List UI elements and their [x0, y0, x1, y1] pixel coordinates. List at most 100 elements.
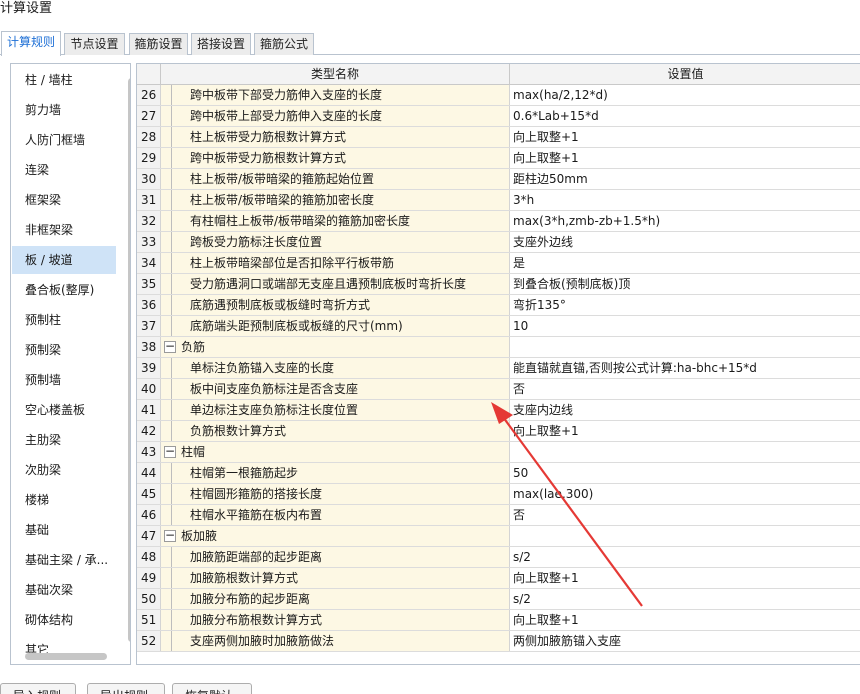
table-row[interactable]: 36 底筋遇预制底板或板缝时弯折方式 弯折135°	[137, 295, 860, 316]
table-row[interactable]: 33 跨板受力筋标注长度位置 支座外边线	[137, 232, 860, 253]
sidebar-item-shear-wall[interactable]: 剪力墙	[12, 96, 116, 124]
tab-stirrup-settings[interactable]: 箍筋设置	[129, 33, 188, 55]
sidebar-item-masonry[interactable]: 砌体结构	[12, 606, 116, 634]
setting-value-cell[interactable]	[510, 442, 860, 462]
setting-value-cell[interactable]: 弯折135°	[510, 295, 860, 315]
type-name-label: 有柱帽柱上板带/板带暗梁的箍筋加密长度	[190, 214, 411, 228]
header-row-number	[137, 64, 161, 84]
table-row[interactable]: 41 单边标注支座负筋标注长度位置 支座内边线	[137, 400, 860, 421]
export-rules-button[interactable]: 导出规则	[87, 683, 165, 694]
sidebar-item-precast-wall[interactable]: 预制墙	[12, 366, 116, 394]
table-row[interactable]: 50 加腋分布筋的起步距离 s/2	[137, 589, 860, 610]
table-row[interactable]: 48 加腋筋距端部的起步距离 s/2	[137, 547, 860, 568]
table-group-row[interactable]: 47− 板加腋	[137, 526, 860, 547]
setting-value-cell[interactable]: 向上取整+1	[510, 148, 860, 168]
setting-value-cell[interactable]: 否	[510, 505, 860, 525]
table-group-row[interactable]: 38− 负筋	[137, 337, 860, 358]
setting-value-cell[interactable]: 向上取整+1	[510, 568, 860, 588]
setting-value-cell[interactable]: 到叠合板(预制底板)顶	[510, 274, 860, 294]
setting-value-cell[interactable]: 否	[510, 379, 860, 399]
setting-value-cell[interactable]: 向上取整+1	[510, 127, 860, 147]
tree-line	[171, 505, 172, 525]
list-vertical-scrollbar[interactable]	[128, 78, 130, 642]
setting-value-cell[interactable]: 0.6*Lab+15*d	[510, 106, 860, 126]
setting-value-cell[interactable]	[510, 526, 860, 546]
settings-window: 计算设置 计算规则 节点设置 箍筋设置 搭接设置 箍筋公式 柱 / 墙柱 剪力墙…	[0, 0, 860, 694]
setting-value-cell[interactable]: 向上取整+1	[510, 610, 860, 630]
setting-value-cell[interactable]: 是	[510, 253, 860, 273]
setting-value-cell[interactable]: 支座内边线	[510, 400, 860, 420]
setting-value-cell[interactable]: 两侧加腋筋锚入支座	[510, 631, 860, 651]
group-label: 负筋	[181, 340, 206, 354]
setting-value-cell[interactable]: s/2	[510, 589, 860, 609]
sidebar-item-precast-beam[interactable]: 预制梁	[12, 336, 116, 364]
import-rules-button[interactable]: 导入规则	[0, 683, 76, 694]
setting-value-cell[interactable]: 10	[510, 316, 860, 336]
sidebar-item-composite-slab[interactable]: 叠合板(整厚)	[12, 276, 116, 304]
sidebar-item-foundation[interactable]: 基础	[12, 516, 116, 544]
sidebar-item-column[interactable]: 柱 / 墙柱	[12, 66, 116, 94]
type-name-cell: 单标注负筋锚入支座的长度	[161, 358, 510, 378]
type-name-label: 加腋筋距端部的起步距离	[190, 550, 323, 564]
restore-defaults-button[interactable]: 恢复默认值	[172, 683, 252, 694]
table-row[interactable]: 44 柱帽第一根箍筋起步 50	[137, 463, 860, 484]
table-row[interactable]: 34 柱上板带暗梁部位是否扣除平行板带筋 是	[137, 253, 860, 274]
table-row[interactable]: 28 柱上板带受力筋根数计算方式 向上取整+1	[137, 127, 860, 148]
tab-calc-rules[interactable]: 计算规则	[1, 31, 61, 56]
setting-value-cell[interactable]: 3*h	[510, 190, 860, 210]
tab-node-settings[interactable]: 节点设置	[64, 33, 125, 55]
setting-value-cell[interactable]: s/2	[510, 547, 860, 567]
setting-value-cell[interactable]: 距柱边50mm	[510, 169, 860, 189]
setting-value-cell[interactable]: max(lae,300)	[510, 484, 860, 504]
sidebar-item-non-frame-beam[interactable]: 非框架梁	[12, 216, 116, 244]
table-row[interactable]: 40 板中间支座负筋标注是否含支座 否	[137, 379, 860, 400]
table-row[interactable]: 27 跨中板带上部受力筋伸入支座的长度 0.6*Lab+15*d	[137, 106, 860, 127]
sidebar-item-hollow-floor-slab[interactable]: 空心楼盖板	[12, 396, 116, 424]
setting-value-cell[interactable]	[510, 337, 860, 357]
table-row[interactable]: 51 加腋分布筋根数计算方式 向上取整+1	[137, 610, 860, 631]
sidebar-item-precast-column[interactable]: 预制柱	[12, 306, 116, 334]
sidebar-item-slab-ramp[interactable]: 板 / 坡道	[12, 246, 116, 274]
sidebar-item-foundation-secondary-beam[interactable]: 基础次梁	[12, 576, 116, 604]
setting-value-cell[interactable]: max(ha/2,12*d)	[510, 85, 860, 105]
table-row[interactable]: 31 柱上板带/板带暗梁的箍筋加密长度 3*h	[137, 190, 860, 211]
sidebar-item-stair[interactable]: 楼梯	[12, 486, 116, 514]
table-row[interactable]: 26 跨中板带下部受力筋伸入支座的长度 max(ha/2,12*d)	[137, 85, 860, 106]
table-row[interactable]: 45 柱帽圆形箍筋的搭接长度 max(lae,300)	[137, 484, 860, 505]
table-row[interactable]: 30 柱上板带/板带暗梁的箍筋起始位置 距柱边50mm	[137, 169, 860, 190]
list-horizontal-scrollbar[interactable]	[25, 653, 107, 660]
tree-line	[171, 631, 172, 651]
sidebar-item-secondary-rib-beam[interactable]: 次肋梁	[12, 456, 116, 484]
sidebar-item-foundation-main-beam[interactable]: 基础主梁 / 承...	[12, 546, 116, 574]
collapse-icon[interactable]: −	[164, 340, 176, 353]
table-row[interactable]: 39 单标注负筋锚入支座的长度 能直锚就直锚,否则按公式计算:ha-bhc+15*d	[137, 358, 860, 379]
setting-value-cell[interactable]: 50	[510, 463, 860, 483]
sidebar-item-main-rib-beam[interactable]: 主肋梁	[12, 426, 116, 454]
table-row[interactable]: 29 跨中板带受力筋根数计算方式 向上取整+1	[137, 148, 860, 169]
tree-line	[171, 211, 172, 231]
tree-line	[171, 127, 172, 147]
table-row[interactable]: 42 负筋根数计算方式 向上取整+1	[137, 421, 860, 442]
setting-value-cell[interactable]: 能直锚就直锚,否则按公式计算:ha-bhc+15*d	[510, 358, 860, 378]
type-name-cell: 单边标注支座负筋标注长度位置	[161, 400, 510, 420]
row-number: 41	[137, 400, 161, 420]
tab-lap-settings[interactable]: 搭接设置	[191, 33, 251, 55]
setting-value-cell[interactable]: 支座外边线	[510, 232, 860, 252]
table-row[interactable]: 37 底筋端头距预制底板或板缝的尺寸(mm) 10	[137, 316, 860, 337]
row-number: 51	[137, 610, 161, 630]
sidebar-item-coupling-beam[interactable]: 连梁	[12, 156, 116, 184]
setting-value-cell[interactable]: 向上取整+1	[510, 421, 860, 441]
table-row[interactable]: 32 有柱帽柱上板带/板带暗梁的箍筋加密长度 max(3*h,zmb-zb+1.5*…	[137, 211, 860, 232]
collapse-icon[interactable]: −	[164, 529, 176, 542]
table-row[interactable]: 35 受力筋遇洞口或端部无支座且遇预制底板时弯折长度 到叠合板(预制底板)顶	[137, 274, 860, 295]
sidebar-item-frame-beam[interactable]: 框架梁	[12, 186, 116, 214]
table-row[interactable]: 49 加腋筋根数计算方式 向上取整+1	[137, 568, 860, 589]
tab-stirrup-formula[interactable]: 箍筋公式	[254, 33, 314, 55]
table-group-row[interactable]: 43− 柱帽	[137, 442, 860, 463]
table-row[interactable]: 52 支座两侧加腋时加腋筋做法 两侧加腋筋锚入支座	[137, 631, 860, 652]
sidebar-item-civil-defense-door-wall[interactable]: 人防门框墙	[12, 126, 116, 154]
collapse-icon[interactable]: −	[164, 445, 176, 458]
setting-value-cell[interactable]: max(3*h,zmb-zb+1.5*h)	[510, 211, 860, 231]
table-row[interactable]: 46 柱帽水平箍筋在板内布置 否	[137, 505, 860, 526]
row-number: 30	[137, 169, 161, 189]
